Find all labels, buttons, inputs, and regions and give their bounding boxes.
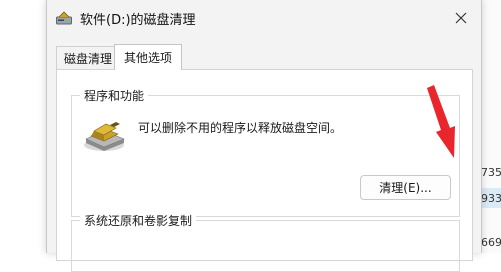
- close-button[interactable]: [447, 6, 475, 30]
- system-restore-group: 系统还原和卷影复制: [71, 220, 460, 272]
- disk-cleanup-icon: [56, 11, 72, 25]
- title-bar[interactable]: 软件(D:)的磁盘清理: [47, 0, 481, 36]
- tab-more-options[interactable]: 其他选项: [114, 44, 182, 70]
- tab-disk-cleanup[interactable]: 磁盘清理: [56, 46, 120, 69]
- group-label: 程序和功能: [80, 87, 148, 104]
- cleanup-button[interactable]: 清理(E)...: [360, 175, 451, 200]
- tab-panel: 程序和功能 可以删除不用的程序以释放磁盘空间。 清理(E)... 系统还原和卷影…: [56, 69, 473, 261]
- programs-features-icon: [82, 119, 128, 153]
- dialog-title: 软件(D:)的磁盘清理: [80, 9, 196, 28]
- group-label: 系统还原和卷影复制: [80, 212, 196, 229]
- pointer-arrow-icon: [427, 84, 472, 164]
- close-icon: [455, 12, 467, 24]
- programs-features-group: 程序和功能 可以删除不用的程序以释放磁盘空间。 清理(E)...: [71, 95, 460, 217]
- description-text: 可以删除不用的程序以释放磁盘空间。: [138, 119, 342, 136]
- disk-cleanup-dialog: 软件(D:)的磁盘清理 磁盘清理 其他选项 程序和功能 可以删除不用的程序以释放…: [46, 0, 482, 253]
